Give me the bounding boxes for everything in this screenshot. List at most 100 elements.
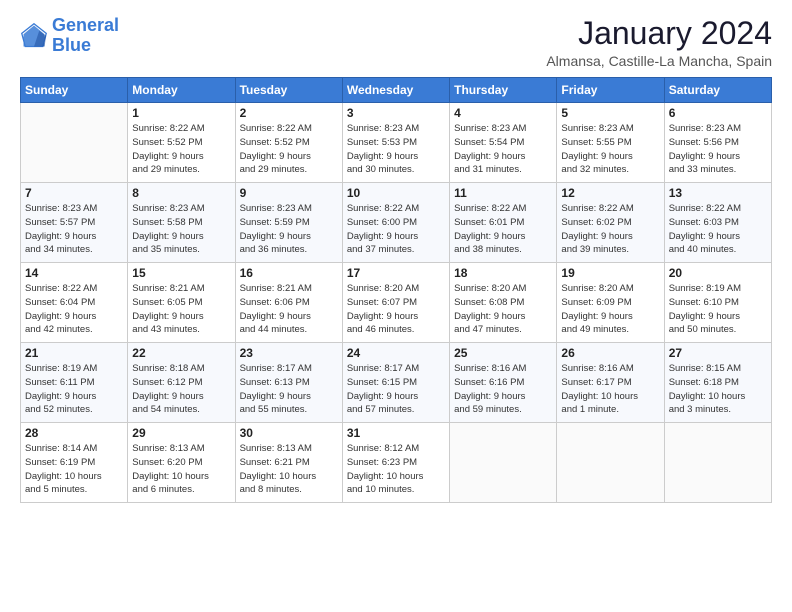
day-number: 31 xyxy=(347,426,445,440)
day-number: 4 xyxy=(454,106,552,120)
day-cell: 7Sunrise: 8:23 AM Sunset: 5:57 PM Daylig… xyxy=(21,183,128,263)
day-number: 10 xyxy=(347,186,445,200)
day-info: Sunrise: 8:23 AM Sunset: 5:53 PM Dayligh… xyxy=(347,122,445,177)
day-number: 9 xyxy=(240,186,338,200)
day-info: Sunrise: 8:22 AM Sunset: 5:52 PM Dayligh… xyxy=(240,122,338,177)
day-info: Sunrise: 8:15 AM Sunset: 6:18 PM Dayligh… xyxy=(669,362,767,417)
header: General Blue January 2024 Almansa, Casti… xyxy=(20,16,772,69)
day-cell: 5Sunrise: 8:23 AM Sunset: 5:55 PM Daylig… xyxy=(557,103,664,183)
day-number: 7 xyxy=(25,186,123,200)
day-number: 22 xyxy=(132,346,230,360)
day-number: 1 xyxy=(132,106,230,120)
day-cell xyxy=(21,103,128,183)
col-thursday: Thursday xyxy=(450,78,557,103)
col-monday: Monday xyxy=(128,78,235,103)
day-info: Sunrise: 8:17 AM Sunset: 6:13 PM Dayligh… xyxy=(240,362,338,417)
day-info: Sunrise: 8:22 AM Sunset: 6:02 PM Dayligh… xyxy=(561,202,659,257)
day-cell: 2 Sunrise: 8:22 AM Sunset: 5:52 PM Daylig… xyxy=(235,103,342,183)
day-info: Sunrise: 8:19 AM Sunset: 6:10 PM Dayligh… xyxy=(669,282,767,337)
day-info: Sunrise: 8:22 AM Sunset: 6:04 PM Dayligh… xyxy=(25,282,123,337)
week-row-4: 21 Sunrise: 8:19 AM Sunset: 6:11 PM Dayli… xyxy=(21,343,772,423)
day-cell: 11 Sunrise: 8:22 AM Sunset: 6:01 PM Dayli… xyxy=(450,183,557,263)
day-info: Sunrise: 8:20 AM Sunset: 6:07 PM Dayligh… xyxy=(347,282,445,337)
day-info: Sunrise: 8:22 AM Sunset: 5:52 PM Dayligh… xyxy=(132,122,230,177)
day-info: Sunrise: 8:20 AM Sunset: 6:08 PM Dayligh… xyxy=(454,282,552,337)
day-number: 18 xyxy=(454,266,552,280)
col-tuesday: Tuesday xyxy=(235,78,342,103)
day-cell: 4Sunrise: 8:23 AM Sunset: 5:54 PM Daylig… xyxy=(450,103,557,183)
logo-icon xyxy=(20,22,48,50)
title-block: January 2024 Almansa, Castille-La Mancha… xyxy=(546,16,772,69)
day-info: Sunrise: 8:17 AM Sunset: 6:15 PM Dayligh… xyxy=(347,362,445,417)
day-info: Sunrise: 8:19 AM Sunset: 6:11 PM Dayligh… xyxy=(25,362,123,417)
day-number: 19 xyxy=(561,266,659,280)
day-info: Sunrise: 8:21 AM Sunset: 6:05 PM Dayligh… xyxy=(132,282,230,337)
day-number: 26 xyxy=(561,346,659,360)
week-row-3: 14 Sunrise: 8:22 AM Sunset: 6:04 PM Dayli… xyxy=(21,263,772,343)
col-saturday: Saturday xyxy=(664,78,771,103)
day-cell: 13Sunrise: 8:22 AM Sunset: 6:03 PM Dayli… xyxy=(664,183,771,263)
day-cell: 10 Sunrise: 8:22 AM Sunset: 6:00 PM Dayli… xyxy=(342,183,449,263)
day-info: Sunrise: 8:23 AM Sunset: 5:59 PM Dayligh… xyxy=(240,202,338,257)
day-number: 14 xyxy=(25,266,123,280)
day-cell: 29Sunrise: 8:13 AM Sunset: 6:20 PM Dayli… xyxy=(128,423,235,503)
day-cell: 24 Sunrise: 8:17 AM Sunset: 6:15 PM Dayli… xyxy=(342,343,449,423)
logo: General Blue xyxy=(20,16,119,56)
day-cell: 8Sunrise: 8:23 AM Sunset: 5:58 PM Daylig… xyxy=(128,183,235,263)
day-cell: 31 Sunrise: 8:12 AM Sunset: 6:23 PM Dayli… xyxy=(342,423,449,503)
day-cell: 21 Sunrise: 8:19 AM Sunset: 6:11 PM Dayli… xyxy=(21,343,128,423)
day-cell: 12 Sunrise: 8:22 AM Sunset: 6:02 PM Dayli… xyxy=(557,183,664,263)
day-cell: 30 Sunrise: 8:13 AM Sunset: 6:21 PM Dayli… xyxy=(235,423,342,503)
day-number: 3 xyxy=(347,106,445,120)
day-number: 5 xyxy=(561,106,659,120)
month-title: January 2024 xyxy=(546,16,772,51)
day-number: 17 xyxy=(347,266,445,280)
day-number: 30 xyxy=(240,426,338,440)
day-cell: 1 Sunrise: 8:22 AM Sunset: 5:52 PM Daylig… xyxy=(128,103,235,183)
day-cell: 18 Sunrise: 8:20 AM Sunset: 6:08 PM Dayli… xyxy=(450,263,557,343)
day-number: 25 xyxy=(454,346,552,360)
day-number: 28 xyxy=(25,426,123,440)
day-cell: 9 Sunrise: 8:23 AM Sunset: 5:59 PM Daylig… xyxy=(235,183,342,263)
day-number: 24 xyxy=(347,346,445,360)
day-info: Sunrise: 8:13 AM Sunset: 6:21 PM Dayligh… xyxy=(240,442,338,497)
day-cell: 26Sunrise: 8:16 AM Sunset: 6:17 PM Dayli… xyxy=(557,343,664,423)
day-number: 21 xyxy=(25,346,123,360)
day-cell: 14 Sunrise: 8:22 AM Sunset: 6:04 PM Dayli… xyxy=(21,263,128,343)
day-info: Sunrise: 8:23 AM Sunset: 5:56 PM Dayligh… xyxy=(669,122,767,177)
day-number: 20 xyxy=(669,266,767,280)
day-number: 15 xyxy=(132,266,230,280)
day-number: 16 xyxy=(240,266,338,280)
page: General Blue January 2024 Almansa, Casti… xyxy=(0,0,792,513)
day-number: 29 xyxy=(132,426,230,440)
location: Almansa, Castille-La Mancha, Spain xyxy=(546,53,772,69)
day-cell: 19Sunrise: 8:20 AM Sunset: 6:09 PM Dayli… xyxy=(557,263,664,343)
col-sunday: Sunday xyxy=(21,78,128,103)
day-info: Sunrise: 8:18 AM Sunset: 6:12 PM Dayligh… xyxy=(132,362,230,417)
day-cell xyxy=(664,423,771,503)
day-info: Sunrise: 8:14 AM Sunset: 6:19 PM Dayligh… xyxy=(25,442,123,497)
day-info: Sunrise: 8:22 AM Sunset: 6:01 PM Dayligh… xyxy=(454,202,552,257)
day-info: Sunrise: 8:22 AM Sunset: 6:00 PM Dayligh… xyxy=(347,202,445,257)
day-cell: 20 Sunrise: 8:19 AM Sunset: 6:10 PM Dayli… xyxy=(664,263,771,343)
header-row: Sunday Monday Tuesday Wednesday Thursday… xyxy=(21,78,772,103)
day-number: 11 xyxy=(454,186,552,200)
day-number: 2 xyxy=(240,106,338,120)
week-row-1: 1 Sunrise: 8:22 AM Sunset: 5:52 PM Daylig… xyxy=(21,103,772,183)
day-cell: 6 Sunrise: 8:23 AM Sunset: 5:56 PM Daylig… xyxy=(664,103,771,183)
day-cell: 15 Sunrise: 8:21 AM Sunset: 6:05 PM Dayli… xyxy=(128,263,235,343)
day-cell: 23Sunrise: 8:17 AM Sunset: 6:13 PM Dayli… xyxy=(235,343,342,423)
day-cell: 28 Sunrise: 8:14 AM Sunset: 6:19 PM Dayli… xyxy=(21,423,128,503)
day-cell: 22 Sunrise: 8:18 AM Sunset: 6:12 PM Dayli… xyxy=(128,343,235,423)
day-number: 6 xyxy=(669,106,767,120)
day-cell: 25 Sunrise: 8:16 AM Sunset: 6:16 PM Dayli… xyxy=(450,343,557,423)
week-row-5: 28 Sunrise: 8:14 AM Sunset: 6:19 PM Dayli… xyxy=(21,423,772,503)
day-info: Sunrise: 8:22 AM Sunset: 6:03 PM Dayligh… xyxy=(669,202,767,257)
day-number: 12 xyxy=(561,186,659,200)
week-row-2: 7Sunrise: 8:23 AM Sunset: 5:57 PM Daylig… xyxy=(21,183,772,263)
day-info: Sunrise: 8:23 AM Sunset: 5:58 PM Dayligh… xyxy=(132,202,230,257)
day-cell xyxy=(450,423,557,503)
day-info: Sunrise: 8:12 AM Sunset: 6:23 PM Dayligh… xyxy=(347,442,445,497)
day-info: Sunrise: 8:16 AM Sunset: 6:16 PM Dayligh… xyxy=(454,362,552,417)
logo-text: General Blue xyxy=(52,16,119,56)
